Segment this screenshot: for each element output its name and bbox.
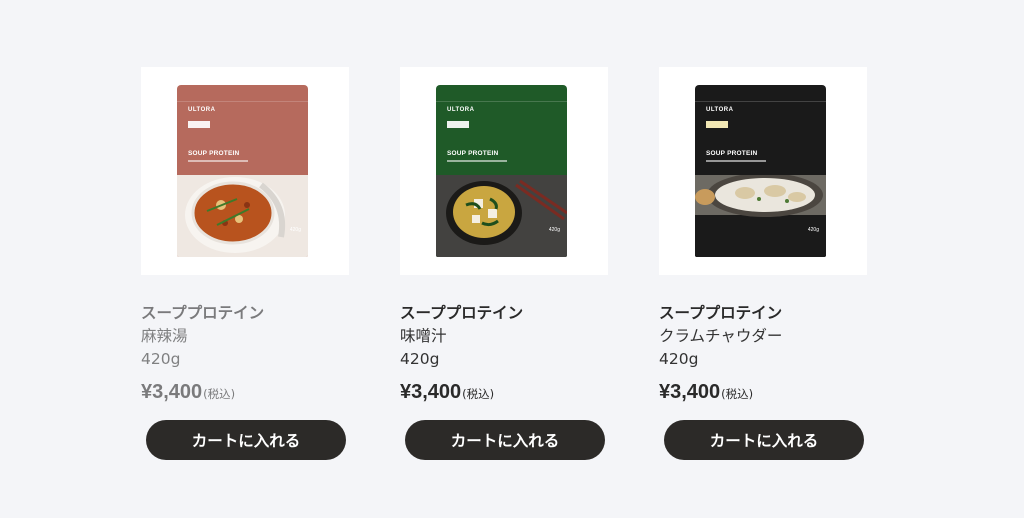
package-flavor-tag	[188, 121, 210, 128]
product-weight: 420g	[141, 350, 181, 368]
product-category: スーププロテイン	[400, 304, 524, 322]
product-image[interactable]: ULTORA SOUP PROTEIN 420g	[141, 67, 349, 275]
product-grid: ULTORA SOUP PROTEIN 420g スーププロテイン 麻辣湯 42…	[141, 67, 867, 460]
package-brand: ULTORA	[706, 107, 734, 113]
package-weight: 420g	[289, 227, 301, 233]
package-product-name: SOUP PROTEIN	[188, 150, 240, 157]
product-category: スーププロテイン	[141, 304, 265, 322]
package-product-name: SOUP PROTEIN	[447, 150, 499, 157]
soup-photo	[436, 175, 567, 257]
tax-note: (税込)	[203, 387, 236, 401]
product-card: ULTORA SOUP PROTEIN 420g	[659, 67, 867, 460]
package-pouch: ULTORA SOUP PROTEIN 420g	[177, 85, 308, 257]
product-card: ULTORA SOUP PROTEIN 420g	[141, 67, 349, 460]
product-price: ¥3,400	[141, 381, 203, 403]
package-brand: ULTORA	[188, 107, 216, 113]
product-weight: 420g	[659, 350, 699, 368]
price-row: ¥3,400 (税込)	[141, 381, 349, 407]
product-flavor[interactable]: クラムチャウダー	[659, 324, 867, 348]
tax-note: (税込)	[462, 387, 495, 401]
product-info: スーププロテイン 麻辣湯 420g ¥3,400 (税込)	[141, 302, 349, 407]
product-price: ¥3,400	[659, 381, 721, 403]
add-to-cart-button[interactable]: カートに入れる	[405, 420, 605, 460]
product-flavor[interactable]: 麻辣湯	[141, 324, 349, 348]
package-weight: 420g	[548, 227, 560, 233]
package-flavor-tag	[706, 121, 728, 128]
product-price: ¥3,400	[400, 381, 462, 403]
product-card: ULTORA SOUP PROTEIN 420g スーププロテイン 味噌汁 42…	[400, 67, 608, 460]
soup-photo	[177, 175, 308, 257]
product-flavor[interactable]: 味噌汁	[400, 324, 608, 348]
package-flavor-tag	[447, 121, 469, 128]
soup-photo	[695, 175, 826, 257]
package-pouch: ULTORA SOUP PROTEIN 420g	[436, 85, 567, 257]
price-row: ¥3,400 (税込)	[400, 381, 608, 407]
package-brand: ULTORA	[447, 107, 475, 113]
price-row: ¥3,400 (税込)	[659, 381, 867, 407]
product-info: スーププロテイン クラムチャウダー 420g ¥3,400 (税込)	[659, 302, 867, 407]
product-image[interactable]: ULTORA SOUP PROTEIN 420g	[659, 67, 867, 275]
tax-note: (税込)	[721, 387, 754, 401]
product-image[interactable]: ULTORA SOUP PROTEIN 420g	[400, 67, 608, 275]
package-product-name: SOUP PROTEIN	[706, 150, 758, 157]
package-pouch: ULTORA SOUP PROTEIN 420g	[695, 85, 826, 257]
package-weight: 420g	[807, 227, 819, 233]
product-info: スーププロテイン 味噌汁 420g ¥3,400 (税込)	[400, 302, 608, 407]
add-to-cart-button[interactable]: カートに入れる	[146, 420, 346, 460]
product-weight: 420g	[400, 350, 440, 368]
product-category: スーププロテイン	[659, 304, 783, 322]
add-to-cart-button[interactable]: カートに入れる	[664, 420, 864, 460]
